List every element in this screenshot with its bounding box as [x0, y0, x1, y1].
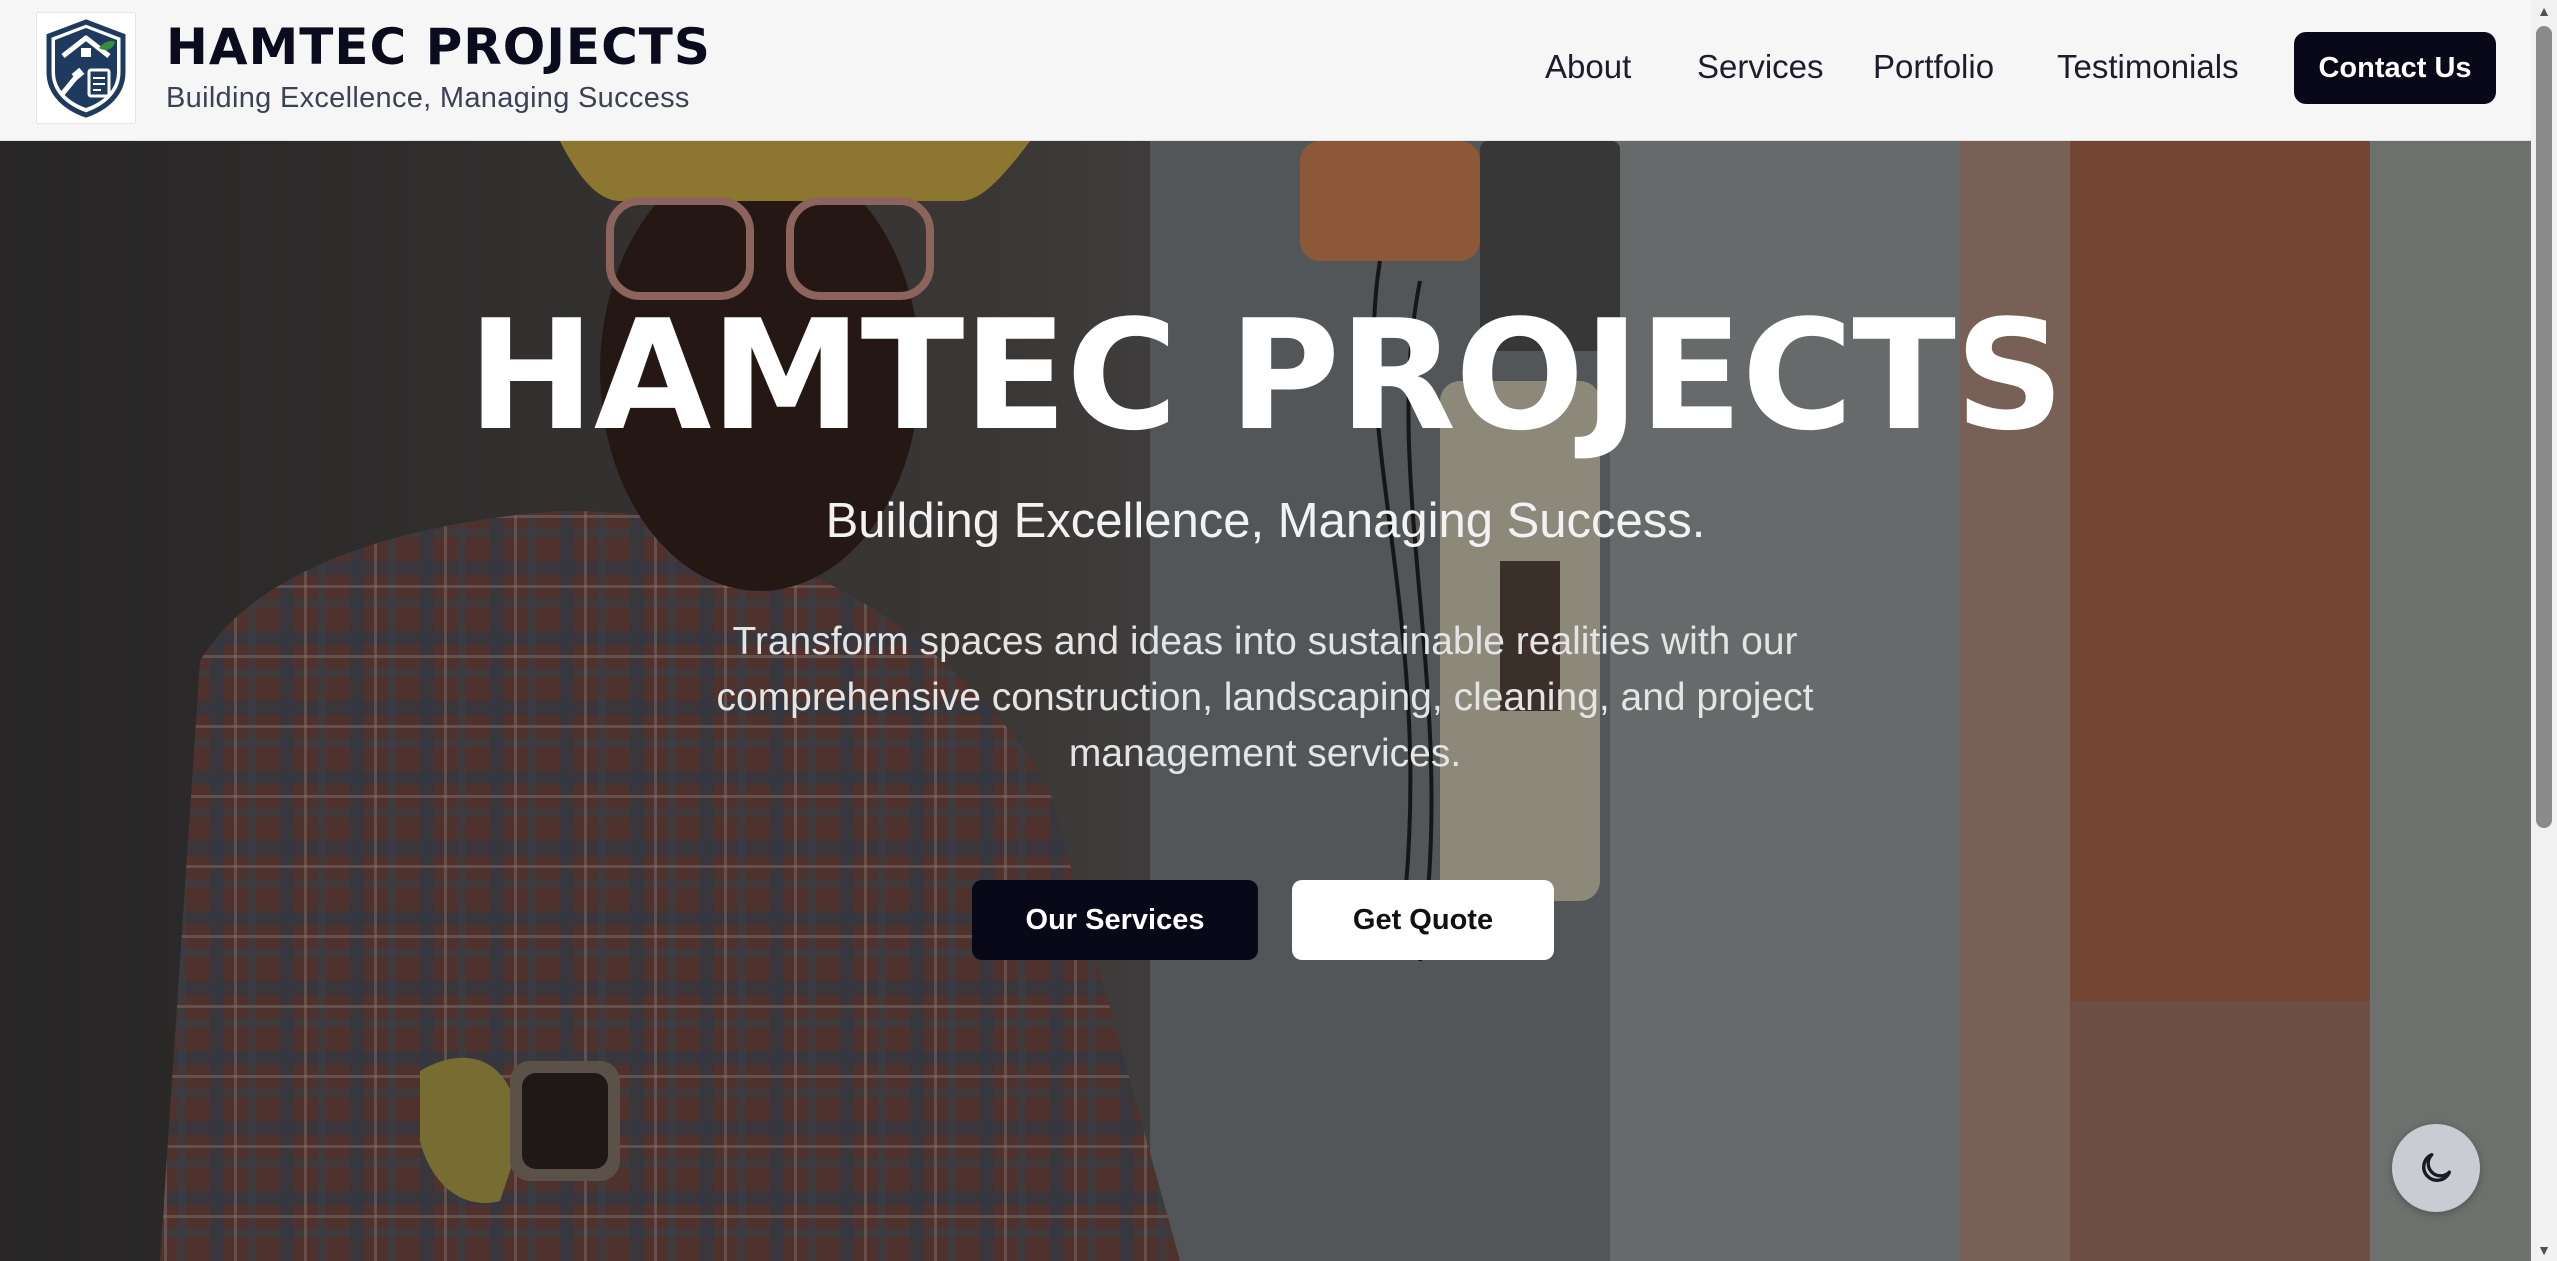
get-quote-button[interactable]: Get Quote [1292, 880, 1554, 960]
moon-icon [2422, 1153, 2451, 1182]
nav-portfolio[interactable]: Portfolio [1873, 48, 1994, 86]
scroll-up-arrow-icon[interactable]: ▲ [2531, 0, 2557, 22]
house-shield-logo-icon [46, 19, 126, 118]
hero-description: Transform spaces and ideas into sustaina… [716, 620, 1814, 775]
hero-section: HAMTEC PROJECTS Building Excellence, Man… [0, 141, 2531, 1261]
page: HAMTEC PROJECTS Building Excellence, Man… [0, 0, 2557, 1261]
nav-testimonials[interactable]: Testimonials [2057, 48, 2239, 86]
vertical-scrollbar[interactable]: ▲ ▼ [2531, 0, 2557, 1261]
logo[interactable] [36, 12, 136, 124]
brand-subtitle: Building Excellence, Managing Success [166, 82, 690, 114]
scroll-down-arrow-icon[interactable]: ▼ [2531, 1239, 2557, 1261]
nav-about[interactable]: About [1545, 48, 1631, 86]
nav-services[interactable]: Services [1697, 48, 1824, 86]
hero-title: HAMTEC PROJECTS [467, 287, 2065, 464]
site-header: HAMTEC PROJECTS Building Excellence, Man… [0, 0, 2531, 141]
theme-toggle-button[interactable] [2392, 1124, 2480, 1212]
brand-title[interactable]: HAMTEC PROJECTS [166, 18, 711, 76]
our-services-button[interactable]: Our Services [972, 880, 1258, 960]
contact-us-button[interactable]: Contact Us [2294, 32, 2496, 104]
hero-tagline: Building Excellence, Managing Success. [825, 494, 1706, 548]
scrollbar-thumb[interactable] [2536, 26, 2552, 828]
